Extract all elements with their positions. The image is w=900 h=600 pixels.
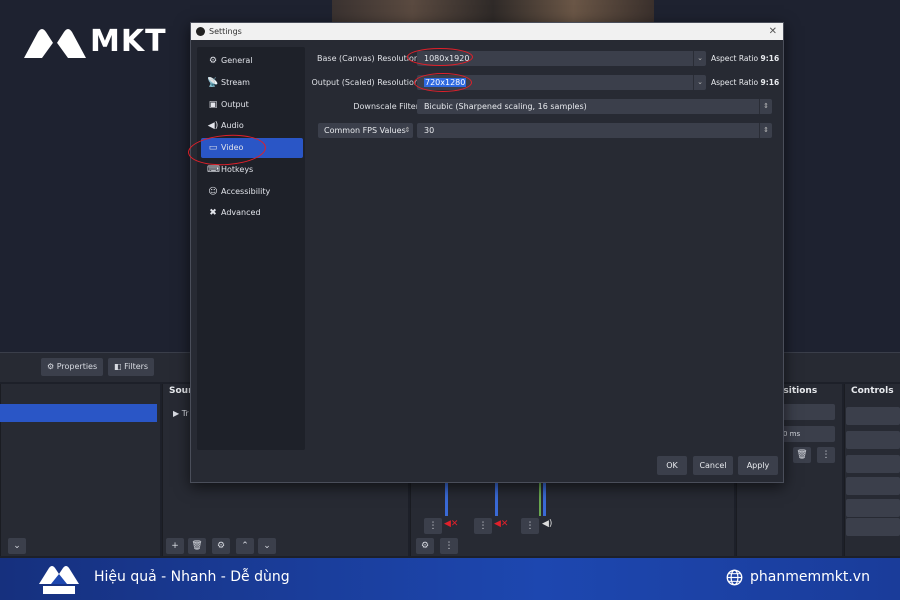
- gear-icon: ⚙: [208, 56, 218, 66]
- sidebar-item-stream[interactable]: 📡 Stream: [201, 73, 303, 93]
- mkt-logo: MKT: [22, 22, 182, 62]
- brand-slogan: Hiệu quả - Nhanh - Dễ dùng: [94, 569, 290, 585]
- annotation-circle-output-resolution: [414, 73, 472, 92]
- updown-arrow-icon: ⇕: [759, 99, 772, 114]
- sidebar-item-general[interactable]: ⚙ General: [201, 51, 303, 71]
- add-source-button[interactable]: +: [166, 538, 184, 554]
- updown-arrow-icon: ⇕: [404, 126, 411, 134]
- settings-sidebar: ⚙ General 📡 Stream ▣ Output ◀) Audio ▭ V…: [197, 47, 305, 450]
- globe-icon: [726, 569, 743, 586]
- dialog-titlebar: Settings ✕: [191, 23, 783, 40]
- antenna-icon: 📡: [207, 78, 219, 88]
- annotation-circle-base-resolution: [407, 48, 473, 66]
- move-up-button[interactable]: ⌃: [236, 538, 254, 554]
- settings-dialog: Settings ✕ ⚙ General 📡 Stream ▣ Output ◀…: [190, 22, 784, 483]
- transition-select[interactable]: [777, 404, 835, 420]
- output-icon: ▣: [208, 100, 218, 110]
- tools-icon: ✖: [209, 208, 217, 218]
- source-item[interactable]: ▶ Tr: [173, 409, 189, 418]
- control-button[interactable]: [846, 455, 900, 473]
- sources-dock-title: Sour: [169, 386, 193, 396]
- control-button[interactable]: [846, 499, 900, 517]
- speaker-icon[interactable]: ◀): [542, 519, 552, 529]
- chevron-down-icon: ⌄: [693, 75, 706, 90]
- duration-input[interactable]: 0 ms: [777, 426, 835, 442]
- controls-dock-title: Controls: [851, 386, 894, 396]
- mkt-logo-text: MKT: [90, 24, 167, 59]
- apply-button[interactable]: Apply: [738, 456, 778, 475]
- sidebar-item-output[interactable]: ▣ Output: [201, 95, 303, 115]
- mixer-menu-button[interactable]: ⋮: [521, 518, 539, 534]
- chevron-down-icon[interactable]: ⌄: [8, 538, 26, 554]
- fps-type-select[interactable]: Common FPS Values ⇕: [318, 123, 413, 138]
- sidebar-item-accessibility[interactable]: ☺ Accessibility: [201, 182, 303, 202]
- control-button[interactable]: [846, 477, 900, 495]
- output-aspect-ratio: Aspect Ratio 9:16: [711, 78, 780, 87]
- remove-source-button[interactable]: 🗑: [188, 538, 206, 554]
- brand-website[interactable]: phanmemmkt.vn: [750, 569, 870, 585]
- mixer-settings-button[interactable]: ⚙: [416, 538, 434, 554]
- downscale-filter-select[interactable]: Bicubic (Sharpened scaling, 16 samples) …: [417, 99, 772, 114]
- output-resolution-label: Output (Scaled) Resolution: [311, 78, 419, 87]
- muted-speaker-icon[interactable]: ◀✕: [494, 519, 508, 529]
- mixer-menu-button[interactable]: ⋮: [440, 538, 458, 554]
- obs-icon: [196, 27, 205, 36]
- brand-banner: Hiệu quả - Nhanh - Dễ dùng phanmemmkt.vn: [0, 558, 900, 600]
- mkt-banner-logo-icon: [39, 566, 79, 594]
- transition-menu-button[interactable]: ⋮: [817, 447, 835, 463]
- base-resolution-label: Base (Canvas) Resolution: [317, 54, 419, 63]
- control-button[interactable]: [846, 518, 900, 536]
- accessibility-icon: ☺: [208, 187, 218, 197]
- downscale-filter-label: Downscale Filter: [353, 102, 419, 111]
- sidebar-item-audio[interactable]: ◀) Audio: [201, 116, 303, 136]
- speaker-icon: ◀): [207, 121, 219, 131]
- preview-canvas: [332, 0, 654, 22]
- remove-transition-button[interactable]: 🗑: [793, 447, 811, 463]
- ok-button[interactable]: OK: [657, 456, 687, 475]
- audio-meter: [474, 482, 498, 516]
- properties-button[interactable]: ⚙ Properties: [41, 358, 104, 376]
- control-button[interactable]: [846, 431, 900, 449]
- dialog-title: Settings: [209, 27, 242, 36]
- audio-meter: [424, 482, 448, 516]
- fps-value-select[interactable]: 30 ⇕: [417, 123, 772, 138]
- mixer-menu-button[interactable]: ⋮: [424, 518, 442, 534]
- mkt-mountain-icon: [24, 29, 86, 58]
- cancel-button[interactable]: Cancel: [693, 456, 733, 475]
- updown-arrow-icon: ⇕: [759, 123, 772, 138]
- close-icon[interactable]: ✕: [769, 23, 777, 40]
- audio-meter: [522, 482, 546, 516]
- video-settings-panel: Base (Canvas) Resolution 1080x1920 ⌄ Asp…: [311, 47, 780, 450]
- scene-item-selected[interactable]: [0, 404, 157, 422]
- filters-button[interactable]: ◧ Filters: [108, 358, 155, 376]
- muted-speaker-icon[interactable]: ◀✕: [444, 519, 458, 529]
- mixer-menu-button[interactable]: ⋮: [474, 518, 492, 534]
- source-settings-button[interactable]: ⚙: [212, 538, 230, 554]
- sidebar-item-advanced[interactable]: ✖ Advanced: [201, 203, 303, 223]
- chevron-down-icon: ⌄: [693, 51, 706, 66]
- move-down-button[interactable]: ⌄: [258, 538, 276, 554]
- control-button[interactable]: [846, 407, 900, 425]
- base-aspect-ratio: Aspect Ratio 9:16: [711, 54, 780, 63]
